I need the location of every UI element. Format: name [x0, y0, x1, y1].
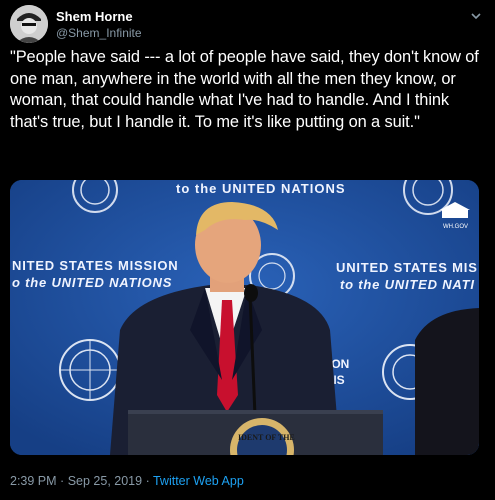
chevron-down-icon[interactable] — [469, 9, 483, 23]
author-display-name[interactable]: Shem Horne — [56, 9, 142, 25]
avatar[interactable] — [10, 5, 48, 43]
tweet-time[interactable]: 2:39 PM — [10, 474, 57, 488]
svg-text:IDENT OF THE: IDENT OF THE — [238, 433, 295, 442]
tweet-header: Shem Horne @Shem_Infinite — [10, 5, 485, 45]
backdrop-left-text-2: o the UNITED NATIONS — [12, 275, 172, 290]
backdrop-top-text: to the UNITED NATIONS — [176, 181, 346, 196]
author-names: Shem Horne @Shem_Infinite — [56, 9, 142, 41]
backdrop-right-text-1: UNITED STATES MIS — [336, 260, 478, 275]
tweet-text: "People have said --- a lot of people ha… — [10, 48, 479, 131]
backdrop-right-text-2: to the UNITED NATI — [340, 277, 475, 292]
separator: · — [145, 474, 150, 488]
tweet-source-link[interactable]: Twitter Web App — [153, 474, 244, 488]
tweet-date[interactable]: Sep 25, 2019 — [68, 474, 142, 488]
bystander-silhouette — [415, 308, 479, 455]
svg-text:WH.GOV: WH.GOV — [443, 224, 468, 230]
un-emblem-left — [59, 339, 121, 401]
separator: · — [60, 474, 65, 488]
tweet-media[interactable]: to the UNITED NATIONS WH.GOV NITED STATE… — [10, 180, 479, 455]
media-photo: to the UNITED NATIONS WH.GOV NITED STATE… — [10, 180, 479, 455]
backdrop-left-text-1: NITED STATES MISSION — [12, 258, 178, 273]
tweet-metadata: 2:39 PM · Sep 25, 2019 · Twitter Web App — [10, 474, 244, 488]
microphone-icon — [244, 284, 258, 302]
author-handle[interactable]: @Shem_Infinite — [56, 25, 142, 41]
